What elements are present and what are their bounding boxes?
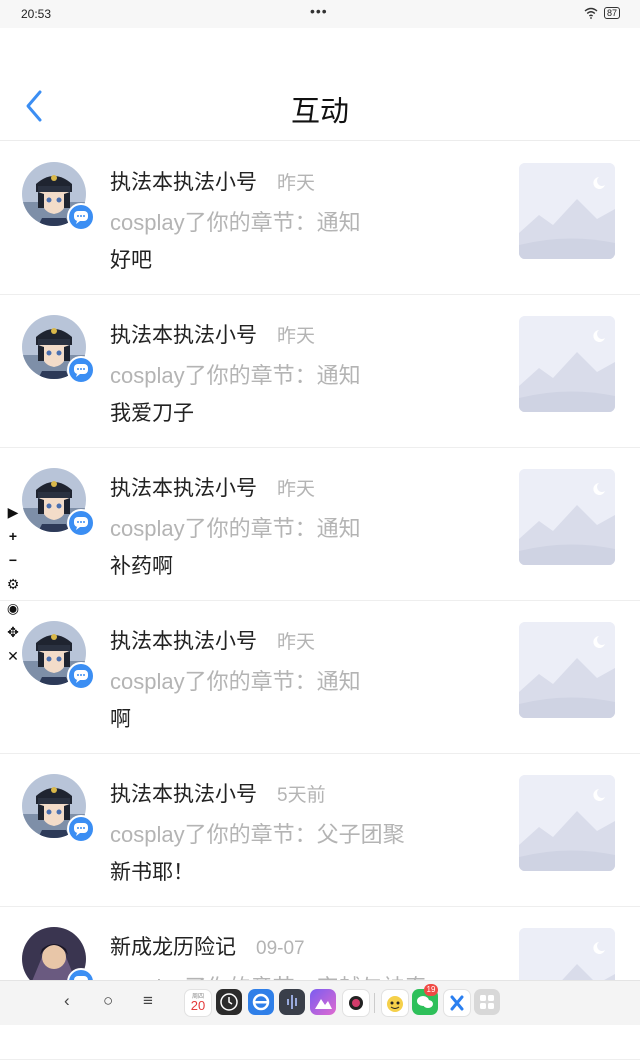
status-right: 87 [584,7,620,19]
nav-menu-button[interactable]: ≡ [143,991,153,1011]
list-item[interactable]: 执法本执法小号 5天前 cosplay了你的章节：父子团聚 新书耶！ [0,754,640,907]
item-comment: 新书耶！ [110,861,194,884]
item-action: cosplay了你的章节：通知 [110,669,361,694]
chapter-thumbnail[interactable] [519,775,615,871]
battery-icon: 87 [603,7,620,19]
item-time: 09-07 [256,938,305,959]
nav-home-button[interactable]: ○ [103,991,113,1011]
nav-back-button[interactable]: ‹ [64,991,70,1011]
bottom-dock: ‹ ○ ≡ 周四 20 19 [0,980,640,1025]
comment-badge-icon [67,815,95,843]
chapter-thumbnail[interactable] [519,316,615,412]
item-header: 执法本执法小号 昨天 [110,625,315,655]
app-grid-icon[interactable] [474,989,500,1015]
play-icon[interactable]: ▶ [5,500,21,524]
floating-toolbar: ▶ + − ⚙ ◉ ✥ ✕ [5,500,21,668]
x-app-icon[interactable] [443,989,471,1017]
browser-app-icon[interactable] [248,989,274,1015]
status-time: 20:53 [21,7,52,21]
item-action: cosplay了你的章节：通知 [110,363,361,388]
comment-badge-icon [67,356,95,384]
item-header: 执法本执法小号 5天前 [110,778,326,808]
user-name[interactable]: 执法本执法小号 [110,171,257,194]
move-icon[interactable]: ✥ [5,620,21,644]
comment-badge-icon [67,509,95,537]
item-action: cosplay了你的章节：父子团聚 [110,822,405,847]
list-item[interactable]: 执法本执法小号 昨天 cosplay了你的章节：通知 啊 [0,601,640,754]
item-time: 昨天 [277,173,316,194]
user-name[interactable]: 执法本执法小号 [110,630,257,653]
list-item[interactable]: 执法本执法小号 昨天 cosplay了你的章节：通知 我爱刀子 [0,295,640,448]
user-name[interactable]: 执法本执法小号 [110,477,257,500]
page-title: 互动 [290,96,349,128]
camera-app-icon[interactable] [342,989,370,1017]
list-item[interactable]: 执法本执法小号 昨天 cosplay了你的章节：通知 补药啊 [0,448,640,601]
item-time: 昨天 [277,479,316,500]
gear-icon[interactable]: ⚙ [5,572,21,596]
item-header: 执法本执法小号 昨天 [110,472,315,502]
item-time: 昨天 [277,326,316,347]
dock-divider [374,993,375,1013]
item-header: 新成龙历险记 09-07 [110,931,305,961]
status-bar: 20:53 ••• 87 [0,0,640,28]
list-item[interactable]: 执法本执法小号 昨天 cosplay了你的章节：通知 好吧 [0,142,640,295]
chapter-thumbnail[interactable] [519,469,615,565]
item-comment: 补药啊 [110,555,173,578]
clock-app-icon[interactable] [216,989,242,1015]
item-header: 执法本执法小号 昨天 [110,166,315,196]
user-name[interactable]: 新成龙历险记 [110,936,236,959]
calendar-day: 20 [190,998,206,1013]
item-comment: 好吧 [110,249,152,272]
voice-app-icon[interactable] [279,989,305,1015]
plus-icon[interactable]: + [5,524,21,548]
gallery-app-icon[interactable] [310,989,336,1015]
mascot-app-icon[interactable] [381,989,409,1017]
item-header: 执法本执法小号 昨天 [110,319,315,349]
chapter-thumbnail[interactable] [519,163,615,259]
wifi-icon [584,7,598,19]
comment-badge-icon [67,662,95,690]
user-name[interactable]: 执法本执法小号 [110,783,257,806]
item-comment: 啊 [110,708,131,731]
page-header: 互动 [0,28,640,141]
chapter-thumbnail[interactable] [519,622,615,718]
calendar-app-icon[interactable]: 周四 20 [184,989,212,1017]
minus-icon[interactable]: − [5,548,21,572]
status-dots: ••• [310,3,328,19]
wechat-unread-badge: 19 [424,984,438,996]
close-icon[interactable]: ✕ [5,644,21,668]
item-action: cosplay了你的章节：通知 [110,516,361,541]
item-time: 5天前 [277,785,326,806]
item-action: cosplay了你的章节：通知 [110,210,361,235]
item-comment: 我爱刀子 [110,402,194,425]
eye-icon[interactable]: ◉ [5,596,21,620]
item-time: 昨天 [277,632,316,653]
comment-badge-icon [67,203,95,231]
user-name[interactable]: 执法本执法小号 [110,324,257,347]
interaction-list: 执法本执法小号 昨天 cosplay了你的章节：通知 好吧 执法本执法小号 昨天 c… [0,142,640,1060]
